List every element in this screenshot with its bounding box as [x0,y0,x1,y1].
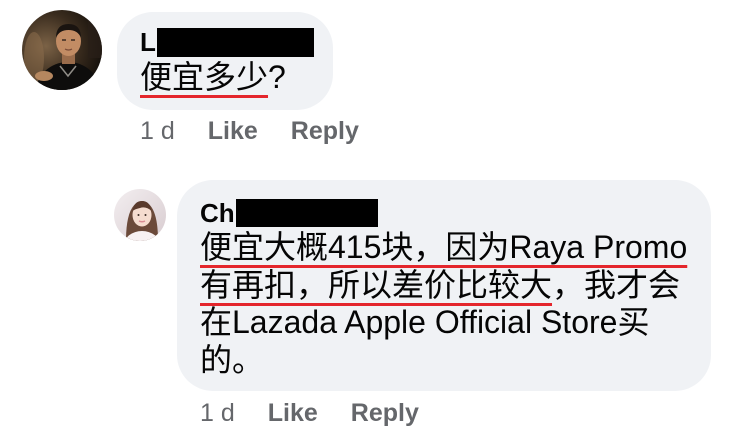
name-redaction-box [156,27,314,57]
reply-text-line: 有再扣，所以差价比较大，我才会 [200,267,687,305]
comment-bubble: L 便宜多少? [117,12,333,110]
reply-text-line: 便宜大概415块，因为Raya Promo [200,229,687,267]
reply-text-line: 在Lazada Apple Official Store买 [200,304,687,342]
avatar-photo [114,189,166,241]
comment-text: 便宜多少? [140,58,314,96]
like-button[interactable]: Like [208,116,258,146]
reply-author-avatar[interactable] [114,189,166,241]
comment-actions: 1 d Like Reply [140,116,359,146]
reply-button[interactable]: Reply [291,116,359,146]
reply-text-segment: ，我才会 [552,266,681,303]
name-redaction-box [235,199,378,227]
comment-text-line: 便宜多少? [140,58,314,96]
like-button[interactable]: Like [268,398,318,428]
reply-text-segment: 的。 [200,341,265,378]
reply-timestamp[interactable]: 1 d [200,398,235,428]
reply-text-segment: 便宜大概415块，因为Raya Promo [200,229,688,265]
comment-timestamp[interactable]: 1 d [140,116,175,146]
reply-text-segment: 有再扣，所以差价比较大 [200,266,553,303]
reply-text: 便宜大概415块，因为Raya Promo 有再扣，所以差价比较大，我才会 在L… [200,229,687,379]
comment-text-segment: 便宜多少 [140,59,269,95]
author-name[interactable]: L [140,27,156,58]
reply-bubble: Ch 便宜大概415块，因为Raya Promo 有再扣，所以差价比较大，我才会… [177,180,712,391]
reply-text-segment: 在Lazada Apple Official Store买 [200,304,650,340]
avatar-photo [22,10,102,90]
reply-text-line: 的。 [200,342,687,380]
author-avatar[interactable] [22,10,102,90]
reply-actions: 1 d Like Reply [200,398,419,428]
reply-button[interactable]: Reply [351,398,419,428]
reply-author-name-link[interactable]: Ch [200,197,687,229]
reply-author-name[interactable]: Ch [200,198,235,229]
comment-text-segment: ? [268,59,286,95]
author-name-link[interactable]: L [140,26,314,58]
